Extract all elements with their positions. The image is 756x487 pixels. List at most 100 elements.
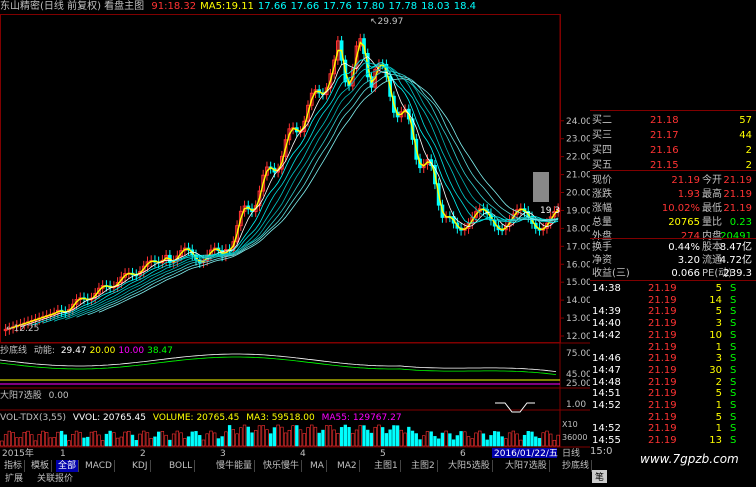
kline-svg[interactable]: 24.0023.0022.0021.0020.0019.0018.0017.00… <box>0 0 592 459</box>
trade-row: 14:55 21.19 13 S <box>590 434 756 447</box>
panel-divider <box>590 110 756 111</box>
volume-bar <box>511 430 516 447</box>
volume-bar <box>220 436 224 447</box>
volume-bar <box>328 425 333 447</box>
volume-bar <box>515 433 519 447</box>
volume-bar <box>242 424 247 447</box>
sub3-vvol: VVOL: 20765.45 <box>72 413 146 423</box>
volume-bar <box>33 440 38 447</box>
volume-bar <box>257 425 262 447</box>
secondary-tab[interactable]: 关联报价 <box>34 473 76 485</box>
volume-bar <box>194 431 198 447</box>
volume-bar <box>56 431 60 447</box>
indicator-tab[interactable]: 主图1 <box>372 460 401 472</box>
volume-bar <box>86 436 90 447</box>
volume-bar <box>347 427 351 447</box>
volume-bar <box>377 424 381 447</box>
indicator-tab[interactable]: 慢牛能量 <box>214 460 256 472</box>
indicator-tab[interactable]: BOLL <box>167 460 196 472</box>
secondary-tab[interactable]: 扩展 <box>2 473 26 485</box>
volume-bar <box>265 429 269 447</box>
volume-bar <box>433 436 437 447</box>
volume-bar <box>246 426 250 447</box>
indicator-tab[interactable]: 指标 <box>2 460 26 472</box>
volume-bar <box>227 425 232 447</box>
indicator-tab[interactable]: 大阳7选股 <box>503 460 550 472</box>
volume-bar <box>306 427 310 447</box>
sub1-name: 抄底线 <box>0 346 28 356</box>
date-axis-month: 6 <box>460 449 466 458</box>
peak-price-label: ↖29.97 <box>370 17 403 27</box>
bid-row[interactable]: 买二 21.18 57 <box>590 113 756 129</box>
volume-bar <box>74 430 79 447</box>
bid-row[interactable]: 买四 21.16 2 <box>590 143 756 159</box>
volume-bar <box>500 436 504 447</box>
bid-row[interactable]: 买五 21.15 2 <box>590 158 756 174</box>
volume-bar <box>130 434 135 447</box>
volume-bar <box>268 433 273 447</box>
volume-bar <box>317 432 321 447</box>
volume-bar <box>37 434 41 447</box>
trade-side: S <box>730 435 737 447</box>
volume-bar <box>392 425 396 447</box>
header-indicator-4: 17.76 <box>323 1 352 12</box>
volume-bar <box>474 432 478 447</box>
volume-bar <box>160 431 165 447</box>
volume-bar <box>414 433 418 447</box>
indicator-tab[interactable]: 全部 <box>56 460 80 472</box>
volume-bar <box>429 431 433 447</box>
ma-line-4 <box>53 63 559 322</box>
volume-bar <box>78 432 82 447</box>
indicator-tab[interactable]: 快乐慢牛 <box>261 460 303 472</box>
panel-divider <box>590 170 756 171</box>
volume-bar <box>250 432 254 447</box>
volume-bar <box>108 430 112 447</box>
volume-bar <box>362 425 366 447</box>
volume-bar <box>354 429 359 447</box>
volume-bar <box>104 433 109 447</box>
indicator-tab[interactable]: MACD <box>83 460 115 472</box>
volume-bar <box>205 433 209 447</box>
right-footer-time: 15:0 <box>590 446 613 457</box>
volume-bar <box>115 437 120 447</box>
volume-bar <box>201 439 206 447</box>
date-axis-month: 5 <box>380 449 386 458</box>
indicator-tab[interactable]: MA <box>308 460 327 472</box>
indicator-tab[interactable]: 主图2 <box>409 460 438 472</box>
bid-row[interactable]: 买三 21.17 44 <box>590 128 756 144</box>
volume-bar <box>548 433 553 447</box>
volume-bar <box>485 439 489 447</box>
ma-line-0 <box>9 41 559 330</box>
volume-bar <box>298 429 303 447</box>
indicator-tab[interactable]: MA2 <box>335 460 360 472</box>
panel-divider <box>590 280 756 281</box>
header-indicator-3: 17.66 <box>290 1 320 12</box>
volume-bar <box>313 426 318 447</box>
volume-bar <box>537 438 542 447</box>
chart-title: 东山精密(日线 前复权) 看盘主图 <box>0 1 145 12</box>
volume-bar <box>48 437 53 447</box>
volume-bar <box>291 425 295 447</box>
volume-bar <box>492 431 497 447</box>
volume-bar <box>175 430 179 447</box>
ma-line-3 <box>42 61 559 324</box>
volume-bar <box>179 432 183 447</box>
bid-price: 21.16 <box>650 145 679 156</box>
volume-bar <box>30 434 34 447</box>
trade-volume: 13 <box>709 435 722 447</box>
volume-bar <box>157 431 161 447</box>
volume-bar <box>231 429 235 447</box>
indicator-tab[interactable]: 模板 <box>29 460 53 472</box>
indicator-tab[interactable]: 大阳5选股 <box>446 460 493 472</box>
sub3-volume: VOLUME: 20765.45 <box>152 413 240 423</box>
bid-volume: 2 <box>745 145 752 156</box>
indicator-tab[interactable]: KDJ <box>130 460 151 472</box>
kline-chart-area[interactable]: 24.00 23.00 22.00 21.00 20.00 19.00 18.00 17.00… <box>0 0 592 459</box>
volume-bar <box>15 437 19 447</box>
indicator-tab[interactable]: 抄底线 <box>560 460 593 472</box>
volume-bar <box>388 429 392 447</box>
volume-bar <box>541 432 545 447</box>
volume-bar <box>153 436 157 447</box>
y-tick-label: 24.00 <box>566 117 590 127</box>
volume-bar <box>534 436 538 447</box>
